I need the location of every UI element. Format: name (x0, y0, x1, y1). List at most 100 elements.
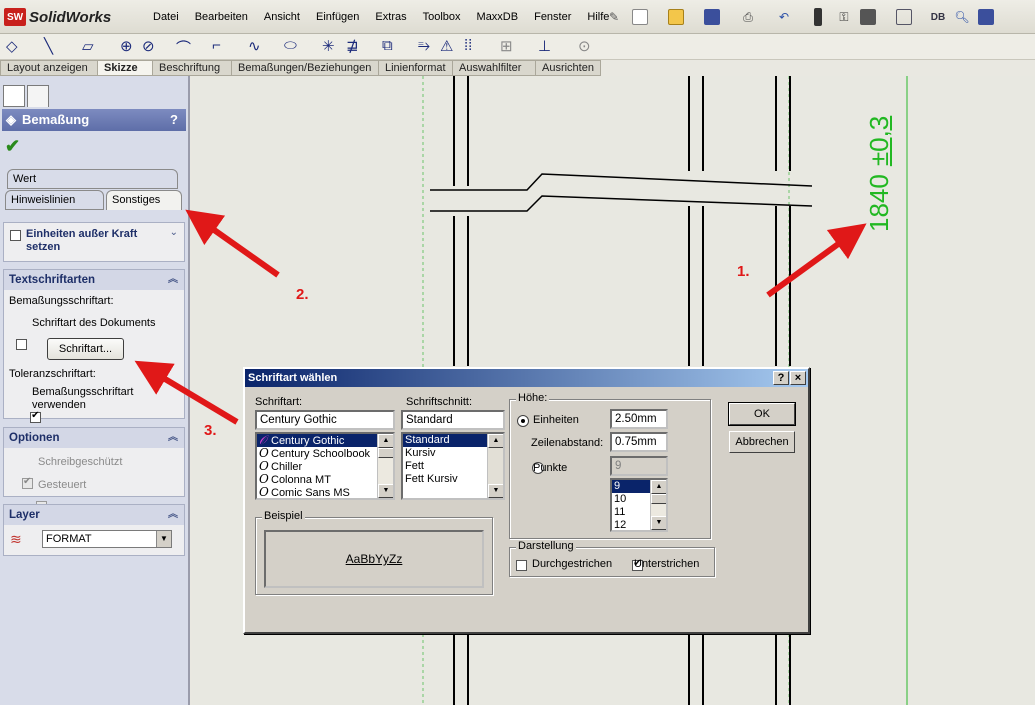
tab-auswahlfilter[interactable]: Auswahlfilter (453, 60, 536, 76)
save-icon[interactable] (704, 9, 720, 25)
save-all-icon[interactable] (978, 9, 994, 25)
convert-entities-icon[interactable]: ⥱ (418, 37, 430, 54)
font-list-scrollbar[interactable]: ▲ ▼ (377, 434, 393, 498)
print-icon[interactable]: ⎙ (740, 9, 756, 25)
display-relations-icon[interactable]: ⊥ (538, 37, 551, 55)
search-icon[interactable]: 🔍︎ (954, 9, 970, 25)
db-icon[interactable]: DB (930, 9, 946, 25)
units-input[interactable]: 2.50mm (610, 409, 668, 429)
font-option[interactable]: O Colonna MT (257, 473, 393, 487)
tab-sonstiges[interactable]: Sonstiges (106, 190, 182, 210)
tab-hinweislinien[interactable]: Hinweislinien (5, 190, 104, 210)
smart-dimension-icon[interactable]: ◇ (6, 37, 18, 55)
collapse-chevron-icon[interactable]: ︽ (168, 428, 178, 448)
tab-wert[interactable]: Wert (7, 169, 178, 189)
dropdown-arrow-icon[interactable]: ▼ (156, 531, 171, 547)
repair-sketch-icon[interactable]: ⊙ (578, 37, 591, 55)
scroll-up-icon[interactable]: ▲ (488, 434, 503, 448)
tab-skizze[interactable]: Skizze (98, 60, 153, 76)
scroll-down-icon[interactable]: ▼ (651, 516, 666, 530)
doc-font-checkbox[interactable] (16, 338, 27, 350)
menu-datei[interactable]: Datei (145, 11, 187, 23)
tab-ausrichten[interactable]: Ausrichten (536, 60, 601, 76)
options-header[interactable]: Optionen ︽ (4, 428, 184, 448)
points-list[interactable]: 9 10 11 12 ▲ ▼ (610, 478, 668, 532)
pin-icon[interactable]: ✎ (606, 9, 622, 25)
ok-button[interactable]: OK (728, 402, 796, 426)
ok-check-icon[interactable]: ✔ (5, 136, 20, 157)
tab-layout-anzeigen[interactable]: Layout anzeigen (0, 60, 98, 76)
properties-icon[interactable] (896, 9, 912, 25)
rectangle-icon[interactable]: ▱ (82, 37, 94, 55)
lock-icon[interactable]: ⚿ (836, 9, 852, 25)
arc-icon[interactable]: ⌒ (176, 37, 191, 58)
dialog-help-button[interactable]: ? (773, 371, 789, 385)
use-dim-font-checkbox[interactable] (30, 410, 42, 423)
dimension-annotation[interactable]: 1840 ±0,3 (864, 92, 904, 232)
scroll-thumb[interactable] (651, 494, 666, 504)
font-option[interactable]: O Century Schoolbook (257, 447, 393, 461)
ellipse-icon[interactable]: ⬭ (284, 37, 297, 54)
tab-bemassungen-beziehungen[interactable]: Bemaßungen/Beziehungen (232, 60, 379, 76)
layer-select[interactable]: FORMAT ▼ (42, 530, 172, 548)
font-input[interactable]: Century Gothic (255, 410, 395, 430)
expand-chevron-icon[interactable]: ⌄ (170, 227, 178, 238)
font-list[interactable]: 𝒪 Century Gothic O Century Schoolbook O Chi… (255, 432, 395, 500)
menu-toolbox[interactable]: Toolbox (415, 11, 469, 23)
feature-tree-tab-icon[interactable] (3, 85, 25, 107)
menu-ansicht[interactable]: Ansicht (256, 11, 308, 23)
pattern-icon[interactable]: ⁞⁞ (464, 37, 472, 54)
style-list-scrollbar[interactable]: ▲ ▼ (487, 434, 503, 498)
open-folder-icon[interactable] (668, 9, 684, 25)
menu-extras[interactable]: Extras (367, 11, 414, 23)
font-option[interactable]: O Comic Sans MS (257, 486, 393, 499)
scroll-up-icon[interactable]: ▲ (378, 434, 393, 448)
point-icon[interactable]: ✳ (322, 37, 335, 55)
scroll-down-icon[interactable]: ▼ (488, 484, 503, 498)
undo-icon[interactable]: ↶ (776, 9, 792, 25)
font-button[interactable]: Schriftart... (47, 338, 124, 360)
offset-icon[interactable]: ⧉ (382, 37, 393, 54)
menu-maxxdb[interactable]: MaxxDB (469, 11, 527, 23)
menu-fenster[interactable]: Fenster (526, 11, 579, 23)
annotation-1: 1. (737, 263, 750, 280)
scroll-thumb[interactable] (378, 448, 393, 458)
help-button[interactable]: ? (170, 109, 178, 131)
collapse-chevron-icon[interactable]: ︽ (168, 505, 178, 525)
strikethrough-checkbox[interactable] (516, 559, 527, 571)
tab-linienformat[interactable]: Linienformat (379, 60, 453, 76)
circle-icon[interactable]: ⊕ (120, 37, 133, 55)
menu-bearbeiten[interactable]: Bearbeiten (187, 11, 256, 23)
circle-perimeter-icon[interactable]: ⊘ (142, 37, 155, 55)
spline-icon[interactable]: ∿ (248, 37, 261, 55)
scroll-up-icon[interactable]: ▲ (651, 480, 666, 494)
font-option[interactable]: O Chiller (257, 460, 393, 474)
trim-icon[interactable]: ⚠ (440, 37, 453, 55)
readonly-checkbox[interactable] (22, 476, 33, 489)
style-list[interactable]: Standard Kursiv Fett Fett Kursiv ▲ ▼ (401, 432, 505, 500)
points-input[interactable]: 9 (610, 456, 668, 476)
scroll-down-icon[interactable]: ▼ (378, 484, 393, 498)
points-list-scrollbar[interactable]: ▲ ▼ (650, 480, 666, 530)
units-override-checkbox[interactable] (10, 229, 21, 241)
new-document-icon[interactable] (632, 9, 648, 25)
units-radio[interactable] (517, 415, 529, 428)
move-entities-icon[interactable]: ⊞ (500, 37, 513, 55)
layer-header[interactable]: Layer ︽ (4, 505, 184, 525)
spacing-input[interactable]: 0.75mm (610, 432, 668, 452)
units-label: Einheiten (533, 414, 579, 426)
options-icon[interactable] (860, 9, 876, 25)
dialog-close-button[interactable]: × (790, 371, 806, 385)
style-input[interactable]: Standard (401, 410, 505, 430)
font-option[interactable]: 𝒪 Century Gothic (257, 434, 393, 447)
cancel-button[interactable]: Abbrechen (729, 431, 795, 453)
fillet-icon[interactable]: ⌐ (212, 37, 221, 54)
collapse-chevron-icon[interactable]: ︽ (168, 270, 178, 290)
menu-einfuegen[interactable]: Einfügen (308, 11, 367, 23)
tab-beschriftung[interactable]: Beschriftung (153, 60, 232, 76)
traffic-light-icon[interactable] (814, 8, 822, 26)
mirror-icon[interactable]: ⋣ (346, 37, 359, 55)
text-fonts-header[interactable]: Textschriftarten ︽ (4, 270, 184, 290)
line-icon[interactable]: ╲ (44, 37, 53, 55)
property-manager-tab-icon[interactable] (27, 85, 49, 107)
